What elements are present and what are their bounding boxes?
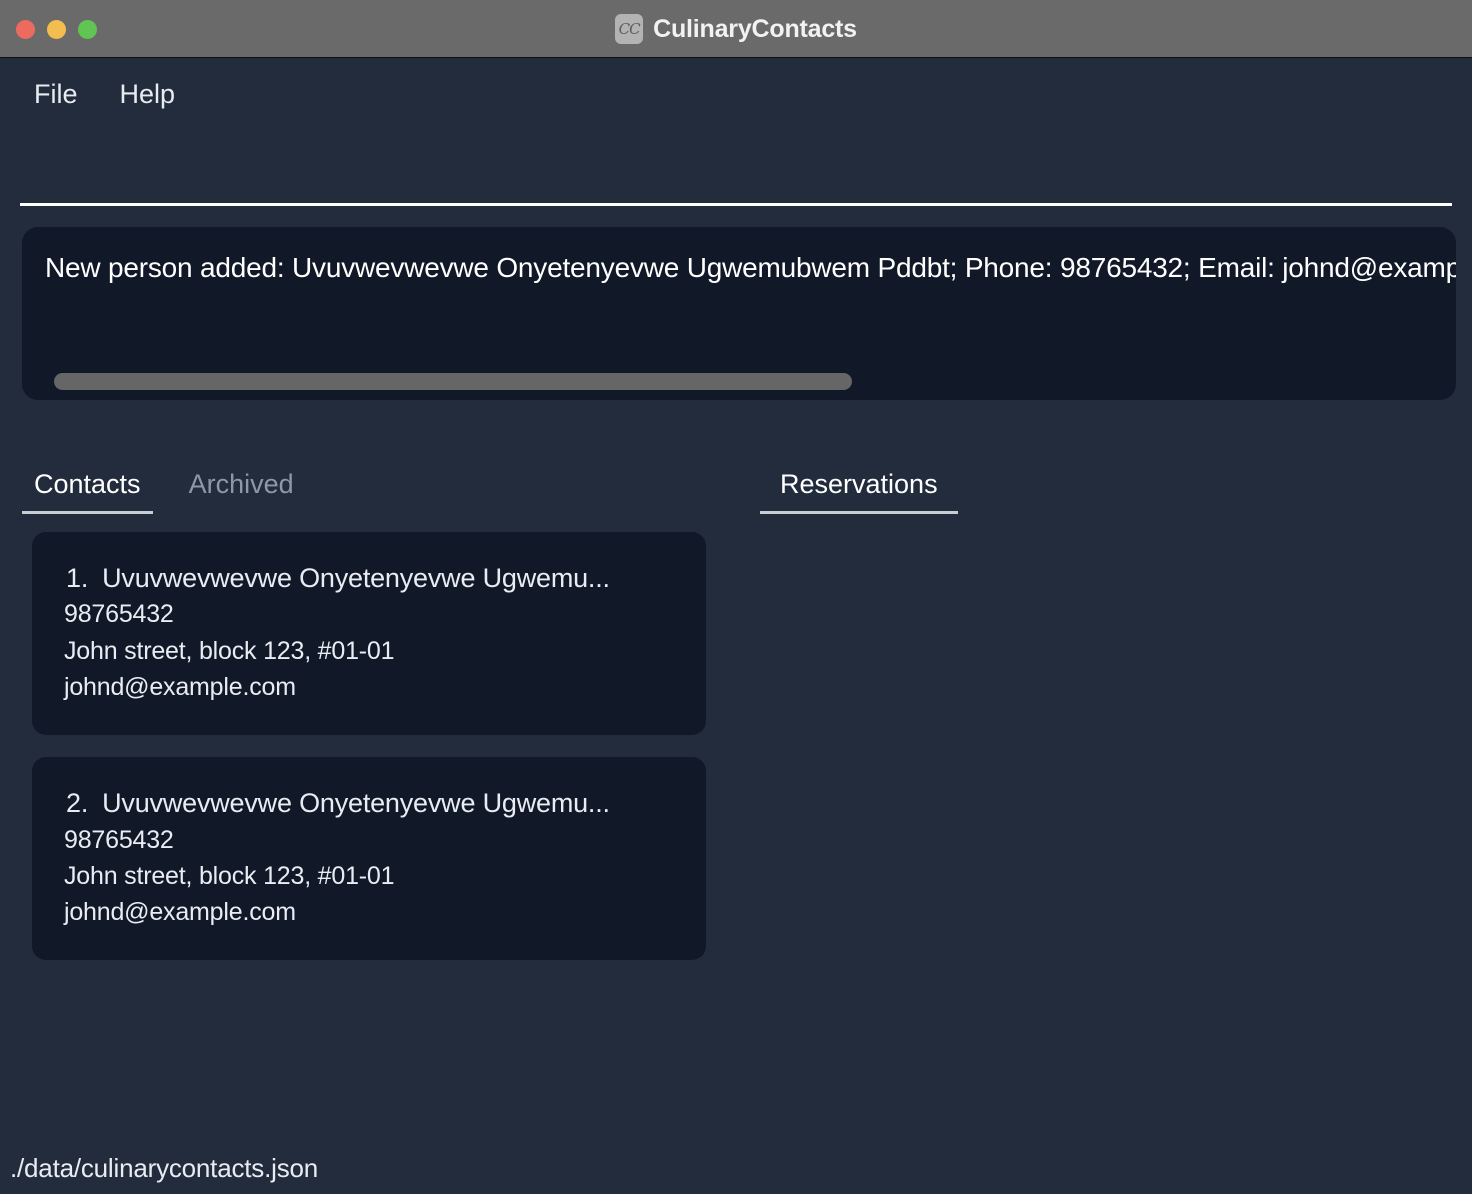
tab-reservations[interactable]: Reservations [760, 471, 958, 514]
contact-email: johnd@example.com [64, 898, 296, 927]
app-logo-icon: CC [615, 14, 644, 44]
window-title: CulinaryContacts [653, 14, 857, 43]
contact-email: johnd@example.com [64, 672, 296, 701]
reservations-tab-bar: Reservations [740, 440, 1472, 514]
menu-bar: File Help [0, 58, 1472, 130]
maximize-window-button[interactable] [78, 19, 97, 39]
contact-name: Uvuvwevwevwe Onyetenyevwe Ugwemu... [102, 563, 610, 593]
reservations-panel: Reservations [740, 440, 1472, 532]
close-window-button[interactable] [16, 19, 35, 39]
status-file-path: ./data/culinarycontacts.json [10, 1152, 319, 1183]
title-bar: CC CulinaryContacts [0, 0, 1472, 58]
window-controls [16, 0, 97, 58]
status-bar: ./data/culinarycontacts.json [0, 1142, 1472, 1194]
contact-address: John street, block 123, #01-01 [64, 861, 395, 890]
contact-phone: 98765432 [64, 600, 174, 629]
header-divider [20, 203, 1452, 206]
scrollbar-thumb[interactable] [54, 373, 852, 390]
contacts-list: 1. Uvuvwevwevwe Onyetenyevwe Ugwemu... 98… [0, 532, 740, 961]
tab-archived[interactable]: Archived [177, 471, 306, 514]
result-text: New person added: Uvuvwevwevwe Onyetenye… [45, 252, 1456, 283]
minimize-window-button[interactable] [47, 19, 66, 39]
title-bar-center: CC CulinaryContacts [0, 0, 1472, 58]
contact-name: Uvuvwevwevwe Onyetenyevwe Ugwemu... [102, 788, 610, 819]
contact-title: 2. Uvuvwevwevwe Onyetenyevwe Ugwemu... [32, 785, 706, 821]
menu-item-file[interactable]: File [34, 80, 78, 108]
tab-contacts[interactable]: Contacts [22, 471, 153, 514]
result-horizontal-scrollbar[interactable] [34, 373, 1444, 390]
contacts-tab-bar: Contacts Archived [0, 440, 740, 514]
contact-title: 1. Uvuvwevwevwe Onyetenyevwe Ugwemu... [32, 560, 706, 596]
contact-index: 1. [66, 563, 89, 593]
result-display-box[interactable]: New person added: Uvuvwevwevwe Onyetenye… [22, 227, 1456, 400]
menu-item-help[interactable]: Help [120, 80, 176, 108]
contact-phone: 98765432 [64, 825, 174, 854]
contact-card[interactable]: 2. Uvuvwevwevwe Onyetenyevwe Ugwemu... 98… [32, 757, 706, 961]
app-window: CC CulinaryContacts File Help New person… [0, 0, 1472, 1194]
contact-card[interactable]: 1. Uvuvwevwevwe Onyetenyevwe Ugwemu... 98… [32, 532, 706, 736]
contact-index: 2. [66, 788, 89, 819]
contacts-panel: Contacts Archived 1. Uvuvwevwevwe Onyeten… [0, 440, 740, 961]
contact-address: John street, block 123, #01-01 [64, 636, 395, 665]
